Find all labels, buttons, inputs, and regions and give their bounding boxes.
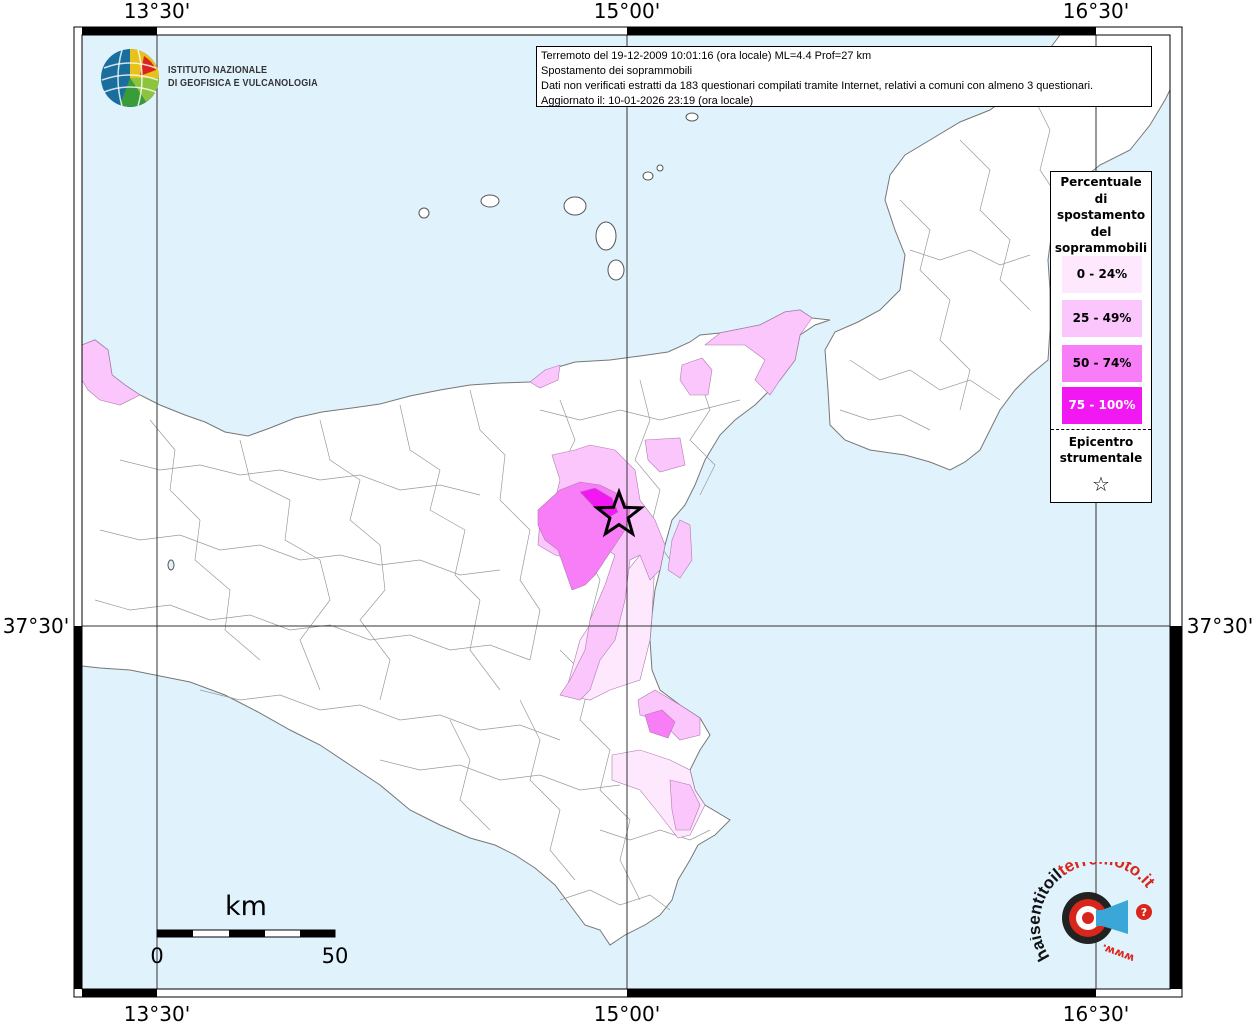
lon-label-bottom-mid: 15°00' xyxy=(594,1002,660,1024)
megaphone-target-icon: haisentitoilterremoto.it ? www. xyxy=(1024,849,1159,965)
legend-title-line: di xyxy=(1094,191,1108,206)
scale-end-label: 50 xyxy=(322,944,349,968)
scale-start-label: 0 xyxy=(150,944,163,968)
lake-marker xyxy=(167,559,175,571)
legend-class-1: 25 - 49% xyxy=(1062,300,1142,337)
lon-label-bottom-left: 13°30' xyxy=(124,1002,190,1024)
svg-text:?: ? xyxy=(1141,906,1147,919)
legend-title-line: soprammobili xyxy=(1054,241,1148,255)
info-line-updated: Aggiornato il: 10-01-2026 23:19 (ora loc… xyxy=(541,95,754,107)
legend-title-line: del xyxy=(1090,224,1112,239)
info-line-parameter: Spostamento dei soprammobili xyxy=(541,65,693,77)
lat-label-right: 37°30' xyxy=(1187,614,1253,638)
info-line-event: Terremoto del 19-12-2009 10:01:16 (ora l… xyxy=(541,50,872,62)
hsit-logo[interactable]: haisentitoilterremoto.it ? www. xyxy=(1024,849,1160,972)
ingv-logo-line1: ISTITUTO NAZIONALE xyxy=(168,64,268,76)
legend-divider xyxy=(1051,429,1151,430)
legend-title: Percentuale di spostamento del soprammob… xyxy=(1051,172,1151,257)
legend-class-0: 0 - 24% xyxy=(1062,256,1142,293)
lon-label-top-mid: 15°00' xyxy=(594,0,660,23)
hsit-logo-url: www. xyxy=(1100,941,1136,965)
legend-epicenter-line: strumentale xyxy=(1059,451,1143,465)
legend-title-line: Percentuale xyxy=(1060,175,1142,189)
legend-class-2: 50 - 74% xyxy=(1062,345,1142,382)
ingv-logo-line2: DI GEOFISICA E VULCANOLOGIA xyxy=(168,77,318,89)
legend-title-line: spostamento xyxy=(1056,208,1146,222)
lat-label-left: 37°30' xyxy=(3,614,69,638)
legend: Percentuale di spostamento del soprammob… xyxy=(1050,171,1152,503)
lon-label-bottom-right: 16°30' xyxy=(1063,1002,1129,1024)
legend-class-3: 75 - 100% xyxy=(1062,387,1142,424)
scale-unit-label: km xyxy=(225,891,267,922)
ingv-logo: ISTITUTO NAZIONALE DI GEOFISICA E VULCAN… xyxy=(100,48,320,110)
legend-star-icon: ☆ xyxy=(1092,472,1110,496)
lon-label-top-left: 13°30' xyxy=(124,0,190,23)
ingv-globe-icon xyxy=(101,49,159,107)
legend-epicenter-label: Epicentro strumentale xyxy=(1051,434,1151,466)
earthquake-info-box: Terremoto del 19-12-2009 10:01:16 (ora l… xyxy=(536,46,1152,107)
legend-epicenter-line: Epicentro xyxy=(1068,435,1134,449)
info-line-source: Dati non verificati estratti da 183 ques… xyxy=(541,80,1094,92)
lon-label-top-right: 16°30' xyxy=(1063,0,1129,23)
